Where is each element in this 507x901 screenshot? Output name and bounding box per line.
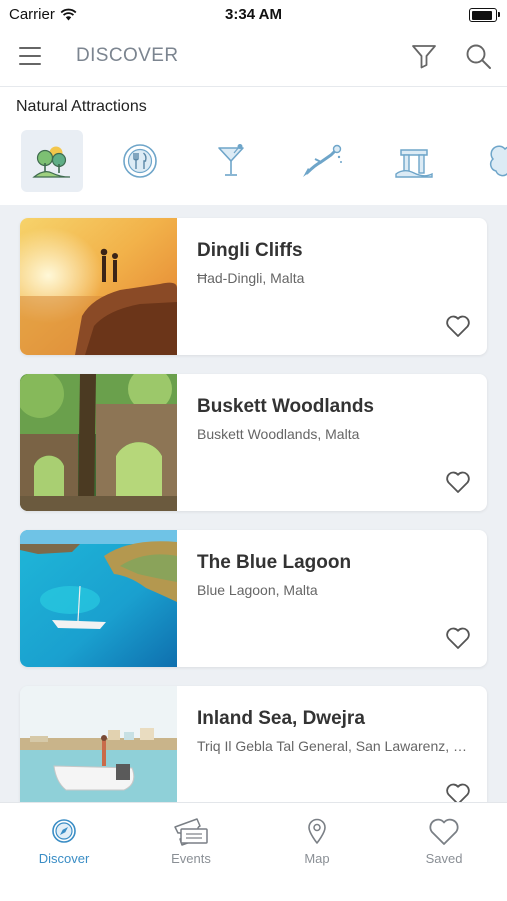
restaurant-icon xyxy=(123,144,157,178)
attraction-photo xyxy=(20,218,177,355)
category-natural-attractions[interactable] xyxy=(21,130,83,192)
attraction-location: Triq Il Gebla Tal General, San Lawarenz,… xyxy=(197,738,472,754)
battery-icon xyxy=(469,8,500,22)
page-title: DISCOVER xyxy=(76,45,179,66)
cloud-icon xyxy=(489,145,507,177)
attraction-photo xyxy=(20,374,177,511)
attraction-card-inland-sea[interactable]: Inland Sea, Dwejra Triq Il Gebla Tal Gen… xyxy=(20,686,487,802)
tab-bar: Discover Events Map Saved xyxy=(0,802,507,901)
tab-saved[interactable]: Saved xyxy=(389,815,499,866)
attraction-photo xyxy=(20,530,177,667)
category-bar xyxy=(0,128,507,194)
trees-icon xyxy=(32,146,71,178)
nav-bar: DISCOVER xyxy=(0,28,507,87)
status-bar: Carrier 3:34 AM xyxy=(0,0,507,28)
tab-label: Discover xyxy=(38,851,90,866)
category-diving[interactable] xyxy=(291,130,353,192)
attraction-name: Inland Sea, Dwejra xyxy=(197,708,365,729)
status-time: 3:34 AM xyxy=(225,6,282,23)
diver-icon xyxy=(303,144,342,177)
attraction-card-buskett-woodlands[interactable]: Buskett Woodlands Buskett Woodlands, Mal… xyxy=(20,374,487,511)
map-pin-icon xyxy=(308,818,326,844)
filter-icon[interactable] xyxy=(411,43,437,69)
category-restaurants[interactable] xyxy=(109,130,171,192)
attraction-name: The Blue Lagoon xyxy=(197,552,352,573)
category-historical-sites[interactable] xyxy=(383,130,445,192)
menu-icon[interactable] xyxy=(19,47,41,65)
category-nightlife[interactable] xyxy=(200,130,262,192)
ruins-icon xyxy=(395,149,433,178)
save-heart-icon[interactable] xyxy=(445,626,471,650)
attractions-list[interactable]: Dingli Cliffs Ħad-Dingli, Malta Buskett … xyxy=(0,205,507,802)
attraction-location: Blue Lagoon, Malta xyxy=(197,582,318,598)
tab-discover[interactable]: Discover xyxy=(9,815,119,866)
tab-map[interactable]: Map xyxy=(262,815,372,866)
section-title: Natural Attractions xyxy=(16,98,147,115)
attraction-location: Ħad-Dingli, Malta xyxy=(197,270,305,286)
tab-label: Map xyxy=(304,851,330,866)
cocktail-icon xyxy=(218,144,244,176)
attraction-photo xyxy=(20,686,177,802)
attraction-location: Buskett Woodlands, Malta xyxy=(197,426,360,442)
compass-icon xyxy=(52,819,76,843)
heart-icon xyxy=(429,818,459,845)
search-icon[interactable] xyxy=(465,43,492,70)
save-heart-icon[interactable] xyxy=(445,782,471,802)
tab-events[interactable]: Events xyxy=(136,815,246,866)
category-more[interactable] xyxy=(474,130,507,192)
save-heart-icon[interactable] xyxy=(445,314,471,338)
tab-label: Saved xyxy=(425,851,463,866)
ticket-icon xyxy=(174,818,208,846)
attraction-card-dingli-cliffs[interactable]: Dingli Cliffs Ħad-Dingli, Malta xyxy=(20,218,487,355)
attraction-name: Dingli Cliffs xyxy=(197,240,303,261)
tab-label: Events xyxy=(171,851,211,866)
save-heart-icon[interactable] xyxy=(445,470,471,494)
attraction-name: Buskett Woodlands xyxy=(197,396,374,417)
attraction-card-blue-lagoon[interactable]: The Blue Lagoon Blue Lagoon, Malta xyxy=(20,530,487,667)
